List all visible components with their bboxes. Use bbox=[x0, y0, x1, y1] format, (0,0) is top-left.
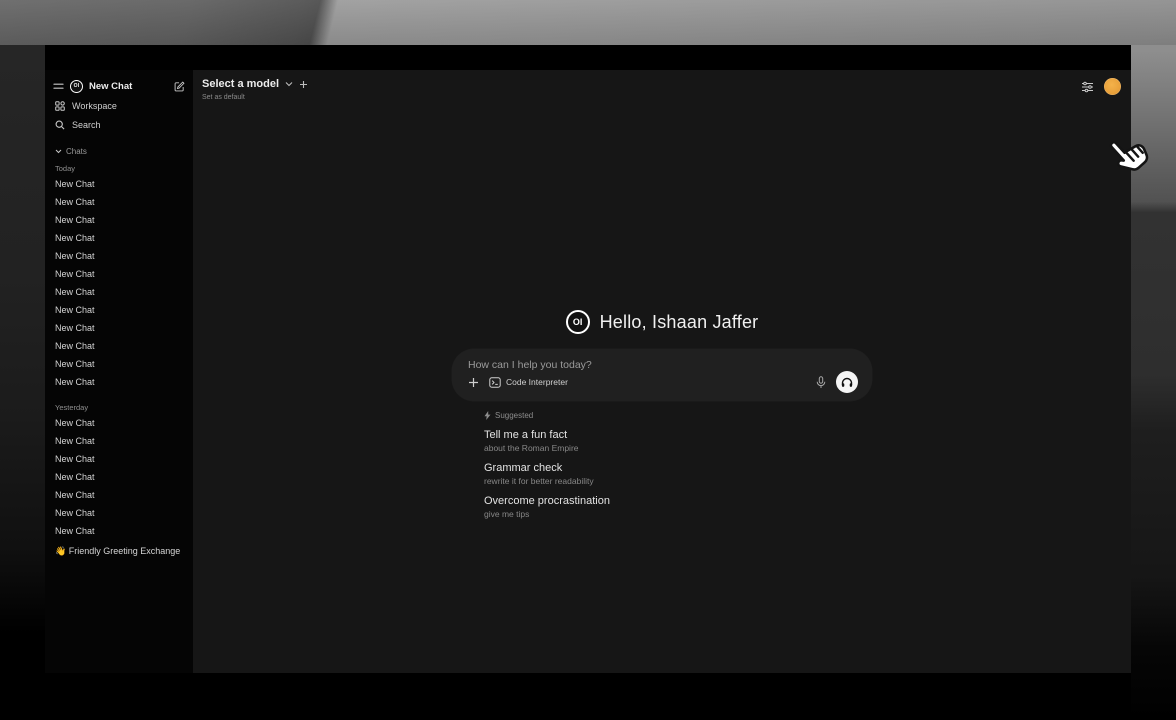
suggested-label: Suggested bbox=[495, 411, 533, 420]
sidebar-chat-item-friendly-greeting[interactable]: 👋 Friendly Greeting Exchange bbox=[51, 542, 187, 560]
chat-group-label-today: Today bbox=[51, 161, 187, 175]
sidebar-toggle-icon[interactable] bbox=[53, 82, 64, 91]
sidebar-chat-item[interactable]: New Chat bbox=[51, 301, 187, 319]
lightning-icon bbox=[484, 411, 491, 420]
suggested-section: Suggested Tell me a fun fact about the R… bbox=[452, 411, 872, 519]
app-logo-icon: OI bbox=[566, 310, 590, 334]
sidebar-chat-item[interactable]: New Chat bbox=[51, 247, 187, 265]
attach-plus-icon[interactable] bbox=[468, 377, 479, 388]
code-interpreter-icon bbox=[489, 377, 501, 388]
sidebar-chat-item[interactable]: New Chat bbox=[51, 373, 187, 391]
sidebar-item-search[interactable]: Search bbox=[51, 115, 187, 134]
sidebar: OI New Chat Workspace bbox=[45, 70, 193, 673]
window-top-strip bbox=[45, 45, 1131, 70]
greeting-text: Hello, Ishaan Jaffer bbox=[600, 312, 759, 333]
main-area: Select a model Set as default bbox=[193, 70, 1131, 673]
message-input[interactable]: How can I help you today? bbox=[452, 349, 872, 401]
sidebar-chat-item[interactable]: New Chat bbox=[51, 211, 187, 229]
code-interpreter-label: Code Interpreter bbox=[506, 377, 568, 387]
desktop-right-band bbox=[1131, 0, 1176, 720]
sidebar-chat-item[interactable]: New Chat bbox=[51, 193, 187, 211]
sidebar-chat-item[interactable]: New Chat bbox=[51, 265, 187, 283]
search-icon bbox=[55, 120, 65, 130]
suggestion-list: Tell me a fun fact about the Roman Empir… bbox=[484, 429, 872, 519]
sidebar-chat-item[interactable]: New Chat bbox=[51, 175, 187, 193]
suggestion-item[interactable]: Overcome procrastination give me tips bbox=[484, 495, 872, 519]
desktop-top-band bbox=[0, 0, 1176, 45]
search-label: Search bbox=[72, 120, 101, 130]
sidebar-chat-item[interactable]: New Chat bbox=[51, 522, 187, 540]
sidebar-chat-item[interactable]: New Chat bbox=[51, 337, 187, 355]
message-input-placeholder: How can I help you today? bbox=[468, 359, 858, 371]
set-as-default-button[interactable]: Set as default bbox=[202, 94, 1121, 101]
workspace-label: Workspace bbox=[72, 101, 117, 111]
chevron-down-icon bbox=[55, 149, 62, 154]
sidebar-item-workspace[interactable]: Workspace bbox=[51, 96, 187, 115]
chat-list-yesterday: New Chat New Chat New Chat New Chat New … bbox=[51, 414, 187, 540]
chats-section-toggle[interactable]: Chats bbox=[51, 144, 187, 158]
suggestion-item[interactable]: Tell me a fun fact about the Roman Empir… bbox=[484, 429, 872, 453]
model-chevron-down-icon[interactable] bbox=[285, 81, 293, 87]
welcome-panel: OI Hello, Ishaan Jaffer How can I help y… bbox=[452, 310, 872, 519]
sidebar-chat-item[interactable]: New Chat bbox=[51, 319, 187, 337]
sidebar-new-chat-title[interactable]: New Chat bbox=[89, 81, 168, 92]
greeting-row: OI Hello, Ishaan Jaffer bbox=[452, 310, 872, 334]
suggestion-item[interactable]: Grammar check rewrite it for better read… bbox=[484, 462, 872, 486]
desktop-left-band bbox=[0, 0, 45, 720]
workspace-grid-icon bbox=[55, 101, 65, 111]
chat-list-today: New Chat New Chat New Chat New Chat New … bbox=[51, 175, 187, 391]
microphone-icon[interactable] bbox=[816, 376, 826, 389]
app-window: OI New Chat Workspace bbox=[45, 45, 1131, 673]
add-model-plus-icon[interactable] bbox=[299, 80, 308, 89]
sidebar-chat-item[interactable]: New Chat bbox=[51, 468, 187, 486]
new-chat-pencil-icon[interactable] bbox=[174, 81, 185, 92]
main-header: Select a model Set as default bbox=[193, 70, 1131, 116]
sidebar-chat-item[interactable]: New Chat bbox=[51, 355, 187, 373]
sidebar-chat-item[interactable]: New Chat bbox=[51, 450, 187, 468]
code-interpreter-toggle[interactable]: Code Interpreter bbox=[489, 377, 568, 388]
controls-sliders-icon[interactable] bbox=[1081, 81, 1094, 93]
voice-call-button[interactable] bbox=[836, 371, 858, 393]
sidebar-chat-item[interactable]: New Chat bbox=[51, 486, 187, 504]
chats-section-label: Chats bbox=[66, 147, 87, 156]
sidebar-chat-item[interactable]: New Chat bbox=[51, 283, 187, 301]
chat-group-label-yesterday: Yesterday bbox=[51, 400, 187, 414]
sidebar-chat-item[interactable]: New Chat bbox=[51, 432, 187, 450]
sidebar-chat-item[interactable]: New Chat bbox=[51, 504, 187, 522]
user-avatar[interactable] bbox=[1104, 78, 1121, 95]
model-selector-button[interactable]: Select a model bbox=[202, 78, 279, 90]
sidebar-chat-item[interactable]: New Chat bbox=[51, 414, 187, 432]
sidebar-chat-item[interactable]: New Chat bbox=[51, 229, 187, 247]
app-logo-icon: OI bbox=[70, 80, 83, 93]
